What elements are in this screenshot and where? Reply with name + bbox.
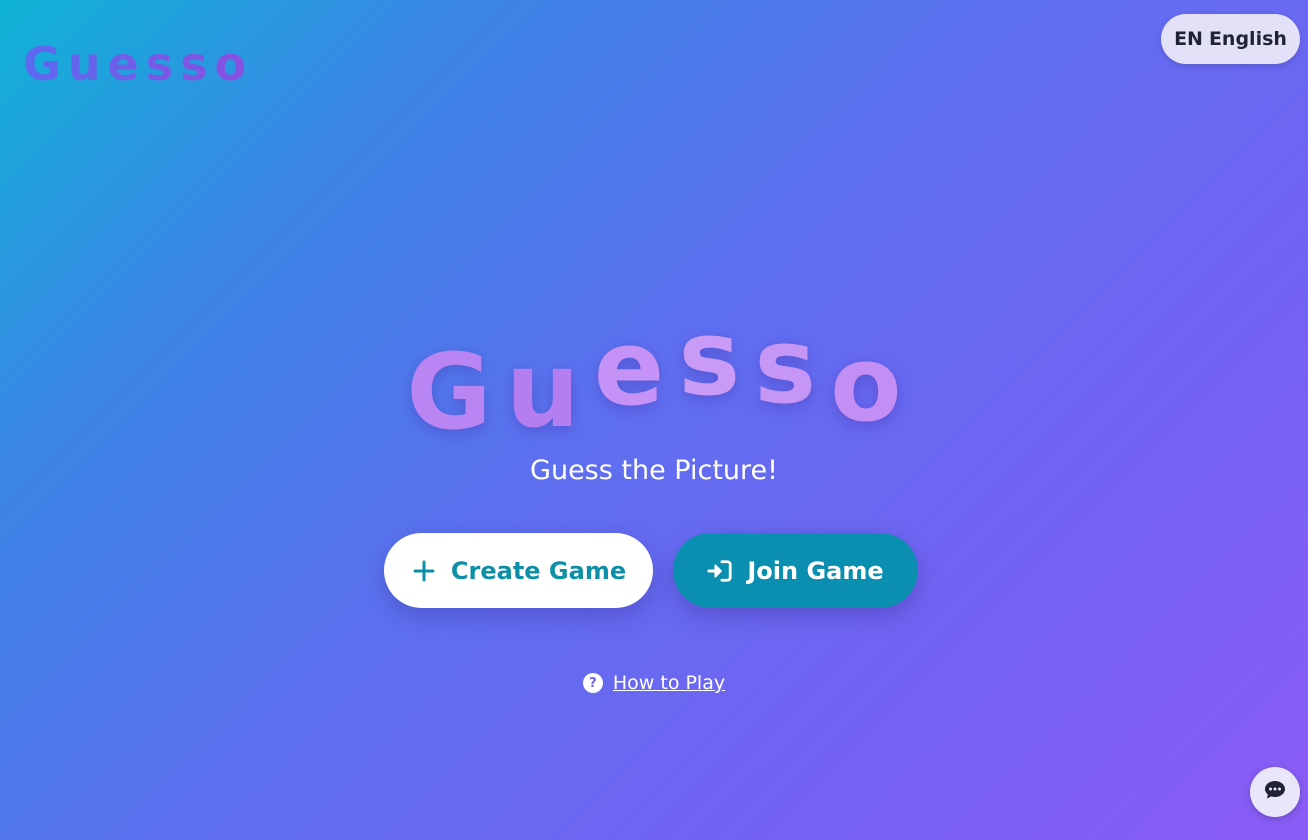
chat-button[interactable]: [1250, 767, 1300, 817]
chat-bubble-icon: [1264, 780, 1286, 804]
action-buttons: Create Game Join Game: [384, 533, 918, 608]
create-game-label: Create Game: [450, 556, 627, 585]
create-game-button[interactable]: Create Game: [384, 533, 653, 608]
hero-title-letter: u: [505, 329, 580, 451]
language-selector-button[interactable]: EN English: [1161, 14, 1300, 64]
sign-in-icon: [707, 558, 733, 584]
join-game-label: Join Game: [747, 556, 884, 585]
language-code: EN: [1174, 28, 1203, 50]
join-game-button[interactable]: Join Game: [673, 533, 918, 608]
plus-icon: [411, 558, 437, 584]
brand-logo[interactable]: Guesso: [23, 34, 253, 94]
hero-title-letter: e: [593, 307, 665, 429]
hero-title-letter: o: [830, 323, 902, 445]
how-to-play-row: ? How to Play: [0, 672, 1308, 694]
hero-title-letter: s: [754, 305, 817, 427]
language-label: English: [1208, 28, 1287, 50]
how-to-play-link[interactable]: ? How to Play: [582, 672, 726, 694]
hero-subtitle: Guess the Picture!: [530, 455, 778, 486]
hero-title-letter: G: [406, 331, 492, 453]
hero-title: G u e s s o: [0, 306, 1308, 451]
hero-title-letter: s: [678, 297, 741, 419]
question-circle-icon: ?: [582, 673, 603, 693]
how-to-play-label: How to Play: [612, 672, 726, 694]
